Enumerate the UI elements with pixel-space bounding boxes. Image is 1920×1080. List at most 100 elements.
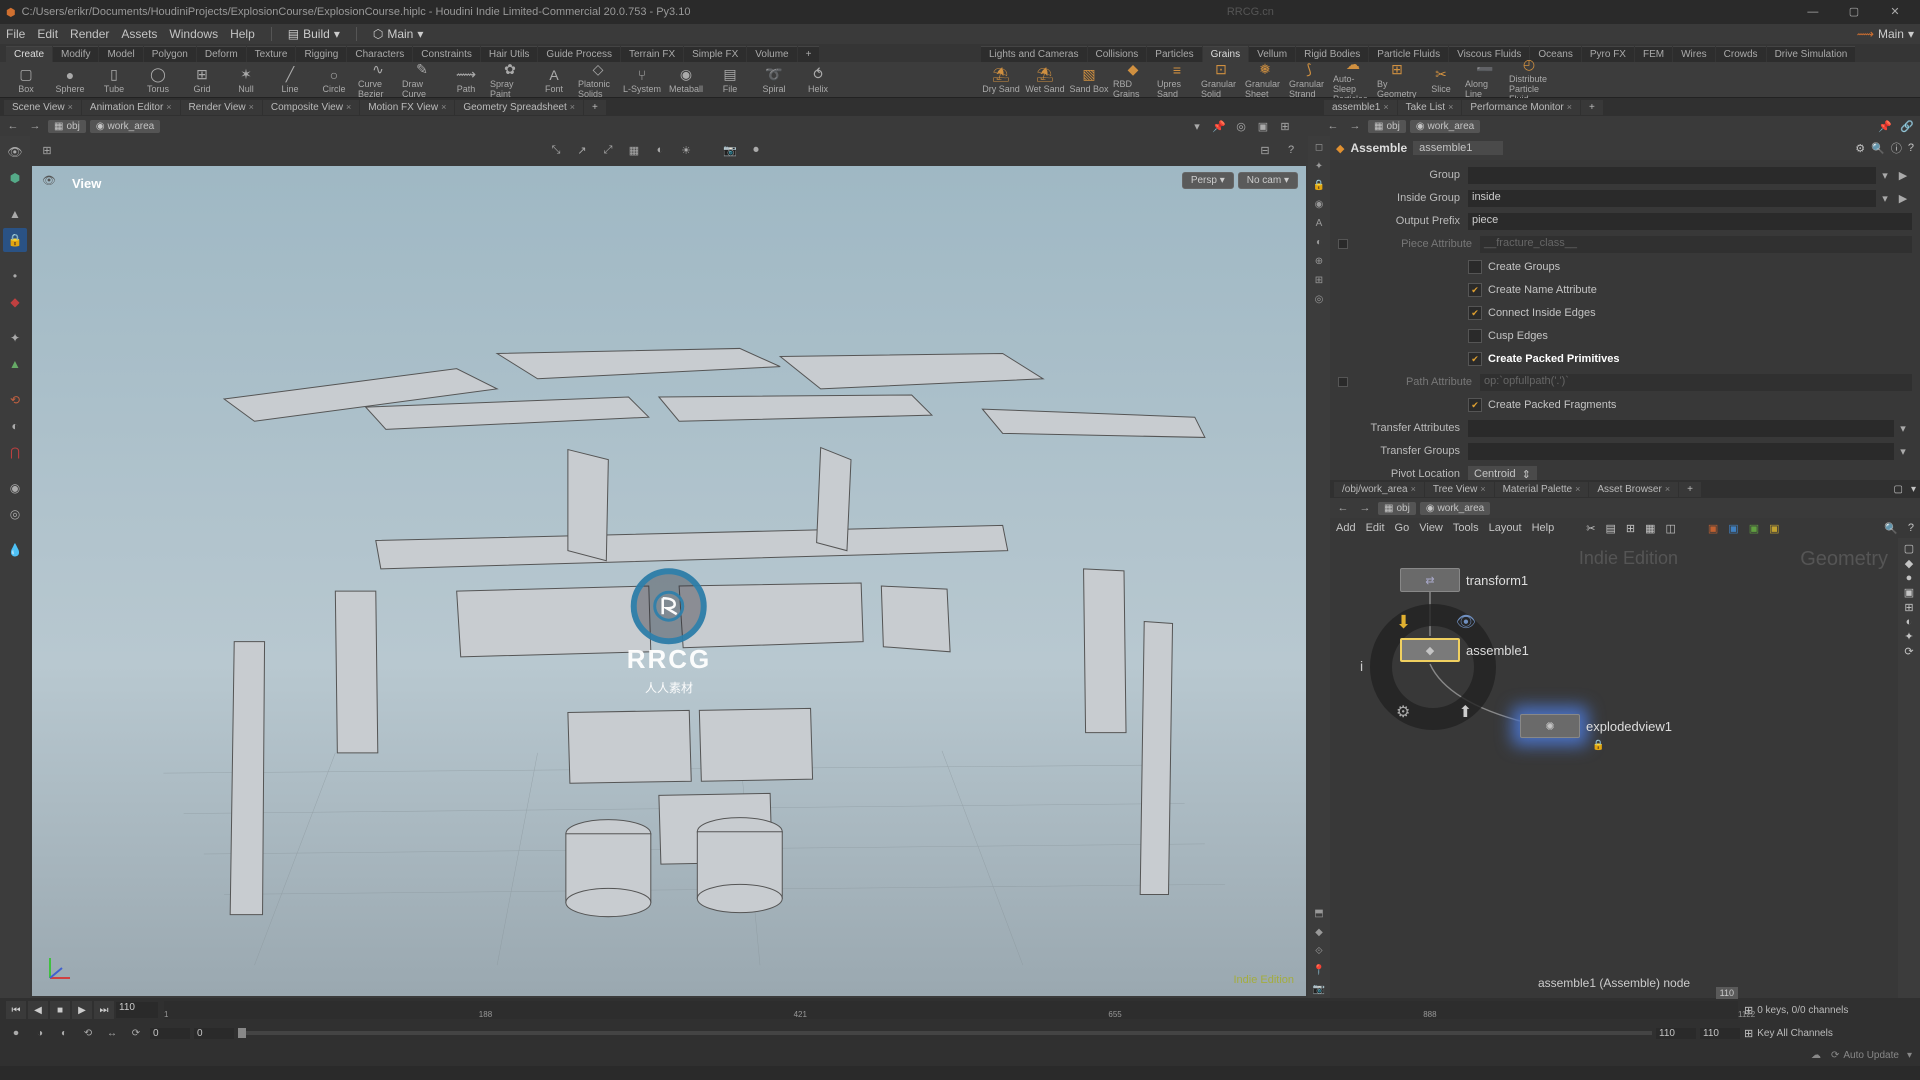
params-tab-add[interactable]: +	[1581, 100, 1603, 115]
net-nav-back-icon[interactable]: ←	[1334, 500, 1352, 516]
shelf-upres-sand[interactable]: ≡Upres Sand	[1157, 61, 1197, 99]
desktop-selector[interactable]: ▤ Build ▾	[288, 27, 340, 41]
net-find-icon[interactable]: 🔍	[1884, 522, 1898, 535]
net-tab-tree[interactable]: Tree View×	[1425, 482, 1494, 497]
chk-create-groups[interactable]	[1468, 260, 1482, 274]
params-nav-fwd-icon[interactable]: →	[1346, 118, 1364, 134]
ns-5-icon[interactable]: ⊞	[1904, 601, 1913, 614]
ns-2-icon[interactable]: ◆	[1905, 557, 1913, 570]
tool-dot2-icon[interactable]: ◆	[3, 290, 27, 314]
shelf-platonic-solids[interactable]: ◇Platonic Solids	[578, 61, 618, 99]
group-arrow-icon[interactable]: ▶	[1894, 169, 1912, 182]
network-editor[interactable]: Indie Edition Geometry ⇄ transform1 ⬇ 👁 …	[1330, 538, 1898, 998]
menu-assets[interactable]: Assets	[121, 27, 157, 41]
param-inside-group-field[interactable]: inside	[1468, 190, 1876, 207]
shelf-along-line[interactable]: ➖Along Line	[1465, 61, 1505, 99]
shelf-helix[interactable]: ⥀Helix	[798, 66, 838, 94]
net-tab-matpal[interactable]: Material Palette×	[1495, 482, 1589, 497]
path-dropdown-icon[interactable]: ▾	[1188, 118, 1206, 134]
shelf-tab-deform[interactable]: Deform	[197, 46, 246, 62]
ns-1-icon[interactable]: ▢	[1904, 542, 1914, 555]
net-col4[interactable]: ▣	[1769, 522, 1779, 535]
shelf-granular-solid[interactable]: ⊡Granular Solid	[1201, 61, 1241, 99]
shelf-tab-drive-simulation[interactable]: Drive Simulation	[1767, 46, 1856, 62]
net-menu-edit[interactable]: Edit	[1366, 522, 1385, 534]
net-menu-tools[interactable]: Tools	[1453, 522, 1479, 534]
net-menu-layout[interactable]: Layout	[1489, 522, 1522, 534]
net-path-obj[interactable]: ▦ obj	[1378, 502, 1416, 515]
ring-up-icon[interactable]: ⬆	[1459, 702, 1472, 722]
shelf-torus[interactable]: ◯Torus	[138, 66, 178, 94]
close-button[interactable]: ✕	[1876, 2, 1914, 22]
net-menu-go[interactable]: Go	[1395, 522, 1410, 534]
vr-d-icon[interactable]: ⊞	[1310, 271, 1328, 289]
shelf-sphere[interactable]: ●Sphere	[50, 66, 90, 94]
net-menu-add[interactable]: Add	[1336, 522, 1356, 534]
shelf-box[interactable]: ▢Box	[6, 66, 46, 94]
net-max-icon[interactable]: ▢	[1890, 484, 1907, 495]
ns-3-icon[interactable]: ●	[1906, 572, 1913, 584]
net-ico3[interactable]: ⊞	[1626, 522, 1635, 535]
shelf-tube[interactable]: ▯Tube	[94, 66, 134, 94]
vr-cam-icon[interactable]: 📷	[1310, 980, 1328, 998]
play-prev-button[interactable]: ◀	[28, 1001, 48, 1019]
net-tab-path[interactable]: /obj/work_area×	[1334, 482, 1424, 497]
shelf-spiral[interactable]: ➰Spiral	[754, 66, 794, 94]
shelf-l-system[interactable]: ⑂L-System	[622, 66, 662, 94]
vr-c-icon[interactable]: ⊕	[1310, 252, 1328, 270]
play-first-button[interactable]: ⏮	[6, 1001, 26, 1019]
grid-icon[interactable]: ⊞	[1276, 118, 1294, 134]
menu-windows[interactable]: Windows	[169, 27, 218, 41]
view-handle2-icon[interactable]: ↗	[571, 139, 593, 161]
pane-tab-scene-view[interactable]: Scene View×	[4, 100, 81, 115]
shelf-file[interactable]: ▤File	[710, 66, 750, 94]
param-transfer-groups-field[interactable]	[1468, 443, 1894, 460]
cook-icon[interactable]: ⟳	[1831, 1050, 1839, 1061]
param-group-field[interactable]	[1468, 167, 1876, 184]
nav-fwd-icon[interactable]: →	[26, 118, 44, 134]
range-end-field[interactable]: 110	[1656, 1028, 1696, 1039]
shelf-tab-model[interactable]: Model	[99, 46, 142, 62]
net-menu-view[interactable]: View	[1419, 522, 1443, 534]
play-last-button[interactable]: ⏭	[94, 1001, 114, 1019]
path-obj[interactable]: ▦ obj	[48, 120, 86, 133]
node-transform1[interactable]: ⇄ transform1	[1400, 568, 1528, 592]
take-selector[interactable]: ⬡ Main ▾	[373, 27, 424, 41]
tool-select-icon[interactable]: ▲	[3, 202, 27, 226]
range-slider[interactable]	[238, 1031, 1652, 1035]
sc-2-icon[interactable]: ◑	[30, 1025, 50, 1041]
param-pivot-select[interactable]: Centroid⇕	[1468, 466, 1537, 481]
net-help-icon[interactable]: ?	[1908, 522, 1914, 534]
view-help-icon[interactable]: ?	[1280, 139, 1302, 161]
shelf-null[interactable]: ✶Null	[226, 66, 266, 94]
net-ico4[interactable]: ▦	[1645, 522, 1655, 535]
shelf-line[interactable]: ╱Line	[270, 66, 310, 94]
shelf-grid[interactable]: ⊞Grid	[182, 66, 222, 94]
view-shade-icon[interactable]: ◐	[649, 139, 671, 161]
tool-alt1-icon[interactable]: ⬢	[3, 166, 27, 190]
shelf-metaball[interactable]: ◉Metaball	[666, 66, 706, 94]
viewport-3d[interactable]: 👁 View Persp ▾ No cam ▾	[32, 166, 1306, 996]
net-col2[interactable]: ▣	[1728, 522, 1738, 535]
net-ico1[interactable]: ✂	[1586, 522, 1595, 535]
vr-b-icon[interactable]: ◐	[1310, 233, 1328, 251]
shelf-tab-add-left[interactable]: +	[798, 46, 820, 62]
pane-tab-add[interactable]: +	[584, 100, 606, 115]
net-ico5[interactable]: ◫	[1665, 522, 1675, 535]
chk-connect-inside[interactable]: ✔	[1468, 306, 1482, 320]
keyall-icon[interactable]: ⊞	[1744, 1027, 1753, 1040]
minimize-button[interactable]: —	[1794, 2, 1832, 22]
shelf-tab-texture[interactable]: Texture	[247, 46, 296, 62]
ns-7-icon[interactable]: ✦	[1904, 630, 1913, 643]
vr-ghost-icon[interactable]: ◻	[1310, 138, 1328, 156]
view-layout-icon[interactable]: ⊟	[1254, 139, 1276, 161]
tool-ring-icon[interactable]: ◐	[3, 414, 27, 438]
menu-help[interactable]: Help	[230, 27, 255, 41]
ns-6-icon[interactable]: ◐	[1906, 616, 1913, 628]
shelf-curve-bezier[interactable]: ∿Curve Bezier	[358, 61, 398, 99]
shelf-tab-wires[interactable]: Wires	[1673, 46, 1715, 62]
shelf-dry-sand[interactable]: ⛱Dry Sand	[981, 66, 1021, 94]
shelf-by-geometry[interactable]: ⊞By Geometry	[1377, 61, 1417, 99]
shelf-sand-box[interactable]: ▧Sand Box	[1069, 66, 1109, 94]
params-link-icon[interactable]: 🔗	[1898, 118, 1916, 134]
